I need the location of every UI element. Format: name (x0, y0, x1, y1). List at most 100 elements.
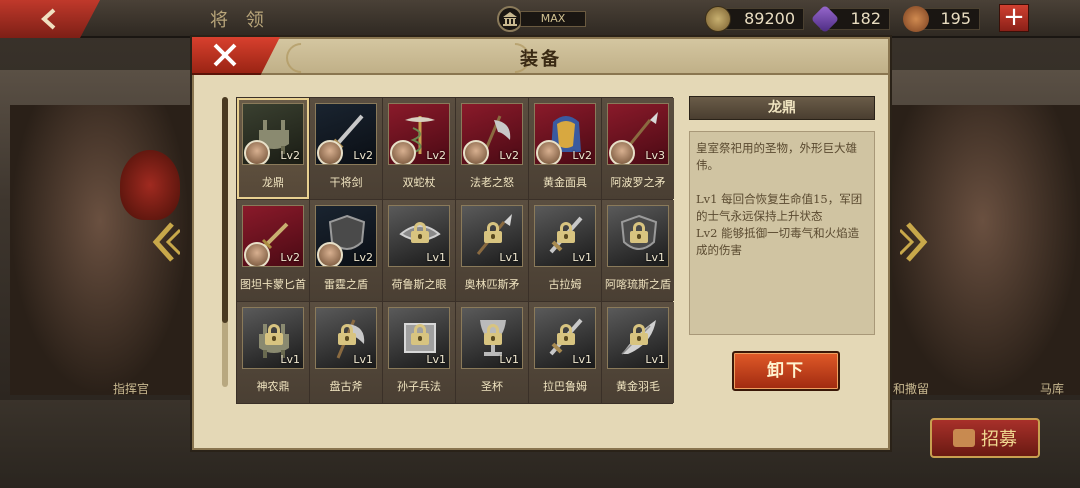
item-name: 阿波罗之矛 (610, 176, 666, 189)
general-avatar (609, 140, 635, 164)
close-icon (213, 43, 237, 67)
equipment-slot[interactable]: Lv1 神农鼎 (237, 302, 309, 403)
item-level: Lv1 (572, 251, 592, 264)
equipment-slot[interactable]: Lv2 龙鼎 (237, 98, 309, 199)
food-counter: 195 (903, 6, 980, 32)
equipment-slot[interactable]: Lv1 盘古斧 (310, 302, 382, 403)
equipment-icon-frame: Lv1 (534, 307, 596, 369)
equipment-slot[interactable]: Lv2 图坦卡蒙匕首 (237, 200, 309, 301)
scrollbar[interactable] (222, 97, 228, 387)
equipment-icon-frame: Lv2 (388, 103, 450, 165)
item-level: Lv1 (645, 251, 665, 264)
equipment-slot[interactable]: Lv2 干将剑 (310, 98, 382, 199)
lock-icon (265, 324, 283, 345)
item-level: Lv1 (280, 353, 300, 366)
hero-name-right-1: 和撒留 (893, 382, 930, 396)
equipment-slot[interactable]: Lv2 雷霆之盾 (310, 200, 382, 301)
item-name: 黄金羽毛 (616, 380, 660, 393)
lock-icon (557, 222, 575, 243)
item-level: Lv2 (499, 149, 519, 162)
hero-name-right-2: 马库 (1040, 382, 1065, 396)
back-arrow-icon (41, 8, 56, 30)
equipment-icon-frame: Lv2 (315, 103, 377, 165)
equipment-slot[interactable]: Lv1 奥林匹斯矛 (456, 200, 528, 301)
gem-value: 182 (850, 9, 881, 28)
equipment-slot[interactable]: Lv1 阿喀琉斯之盾 (602, 200, 674, 301)
item-level: Lv1 (353, 353, 373, 366)
lock-icon (411, 222, 429, 243)
item-level: Lv1 (426, 251, 446, 264)
equipment-slot[interactable]: Lv1 古拉姆 (529, 200, 601, 301)
item-name: 盘古斧 (329, 380, 363, 393)
equipment-slot[interactable]: Lv1 黄金羽毛 (602, 302, 674, 403)
item-name: 干将剑 (329, 176, 363, 189)
equipment-icon-frame: Lv1 (461, 307, 523, 369)
item-name: 圣杯 (481, 380, 503, 393)
item-name: 拉巴鲁姆 (543, 380, 587, 393)
item-description: 皇室祭祀用的圣物，外形巨大雄伟。 (696, 141, 857, 172)
equipment-icon-frame: Lv3 (607, 103, 669, 165)
equipment-dialog: 装备 Lv2 龙鼎 Lv2 干将剑 Lv2 双蛇杖 Lv2 法老之怒 Lv2 黄金面具 Lv3 阿波罗… (192, 36, 890, 450)
chevron-right-icon[interactable] (900, 220, 930, 264)
item-level: Lv1 (645, 353, 665, 366)
equipment-slot[interactable]: Lv3 阿波罗之矛 (602, 98, 674, 199)
equipment-icon-frame: Lv1 (388, 307, 450, 369)
item-name: 图坦卡蒙匕首 (240, 278, 306, 291)
equipment-icon-frame: Lv1 (388, 205, 450, 267)
equipment-slot[interactable]: Lv2 法老之怒 (456, 98, 528, 199)
page-title: 将 领 (210, 10, 270, 31)
general-avatar (536, 140, 562, 164)
coin-icon (705, 6, 731, 32)
lock-icon (630, 222, 648, 243)
general-avatar (317, 242, 343, 266)
item-level: Lv2 (426, 149, 446, 162)
selected-item-title: 龙鼎 (689, 96, 875, 120)
general-avatar (244, 242, 270, 266)
lock-icon (630, 324, 648, 345)
lock-icon (484, 324, 502, 345)
equipment-icon-frame: Lv2 (242, 205, 304, 267)
equipment-slot[interactable]: Lv1 荷鲁斯之眼 (383, 200, 455, 301)
dialog-title: 装备 (520, 49, 562, 70)
equipment-icon-frame: Lv2 (534, 103, 596, 165)
item-description-panel: 皇室祭祀用的圣物，外形巨大雄伟。 Lv1 每回合恢复生命值15，军团的士气永远保… (689, 131, 875, 335)
recruit-icon (953, 429, 975, 447)
item-name: 雷霆之盾 (324, 278, 368, 291)
lock-icon (338, 324, 356, 345)
item-name: 神农鼎 (256, 380, 290, 393)
equipment-icon-frame: Lv1 (315, 307, 377, 369)
hero-name-left: 指挥官 (113, 382, 150, 396)
recruit-button[interactable]: 招募 (930, 418, 1040, 458)
scroll-thumb[interactable] (222, 97, 228, 323)
general-avatar (317, 140, 343, 164)
item-name: 法老之怒 (470, 176, 514, 189)
item-name: 古拉姆 (548, 278, 582, 291)
item-name: 双蛇杖 (402, 176, 436, 189)
food-value: 195 (940, 9, 971, 28)
equipment-icon-frame: Lv2 (242, 103, 304, 165)
add-resource-button[interactable]: + (999, 4, 1029, 32)
item-effects: Lv1 每回合恢复生命值15，军团的士气永远保持上升状态 Lv2 能够抵御一切毒… (696, 192, 863, 257)
item-level: Lv2 (280, 251, 300, 264)
general-avatar (244, 140, 270, 164)
equipment-slot[interactable]: Lv1 拉巴鲁姆 (529, 302, 601, 403)
equipment-icon-frame: Lv1 (607, 307, 669, 369)
item-level: Lv2 (280, 149, 300, 162)
general-avatar (390, 140, 416, 164)
equipment-icon-frame: Lv2 (461, 103, 523, 165)
chevron-left-icon[interactable] (150, 220, 180, 264)
item-level: Lv2 (353, 149, 373, 162)
gold-counter: 89200 (705, 6, 804, 32)
equipment-slot[interactable]: Lv2 双蛇杖 (383, 98, 455, 199)
item-name: 黄金面具 (543, 176, 587, 189)
equipment-slot[interactable]: Lv1 孙子兵法 (383, 302, 455, 403)
equipment-slot[interactable]: Lv1 圣杯 (456, 302, 528, 403)
recruit-label: 招募 (981, 429, 1017, 450)
unequip-button[interactable]: 卸下 (732, 351, 840, 391)
equipment-icon-frame: Lv1 (534, 205, 596, 267)
equipment-slot[interactable]: Lv2 黄金面具 (529, 98, 601, 199)
max-indicator: MAX (520, 11, 586, 27)
equipment-icon-frame: Lv1 (461, 205, 523, 267)
item-level: Lv2 (353, 251, 373, 264)
item-level: Lv1 (499, 353, 519, 366)
